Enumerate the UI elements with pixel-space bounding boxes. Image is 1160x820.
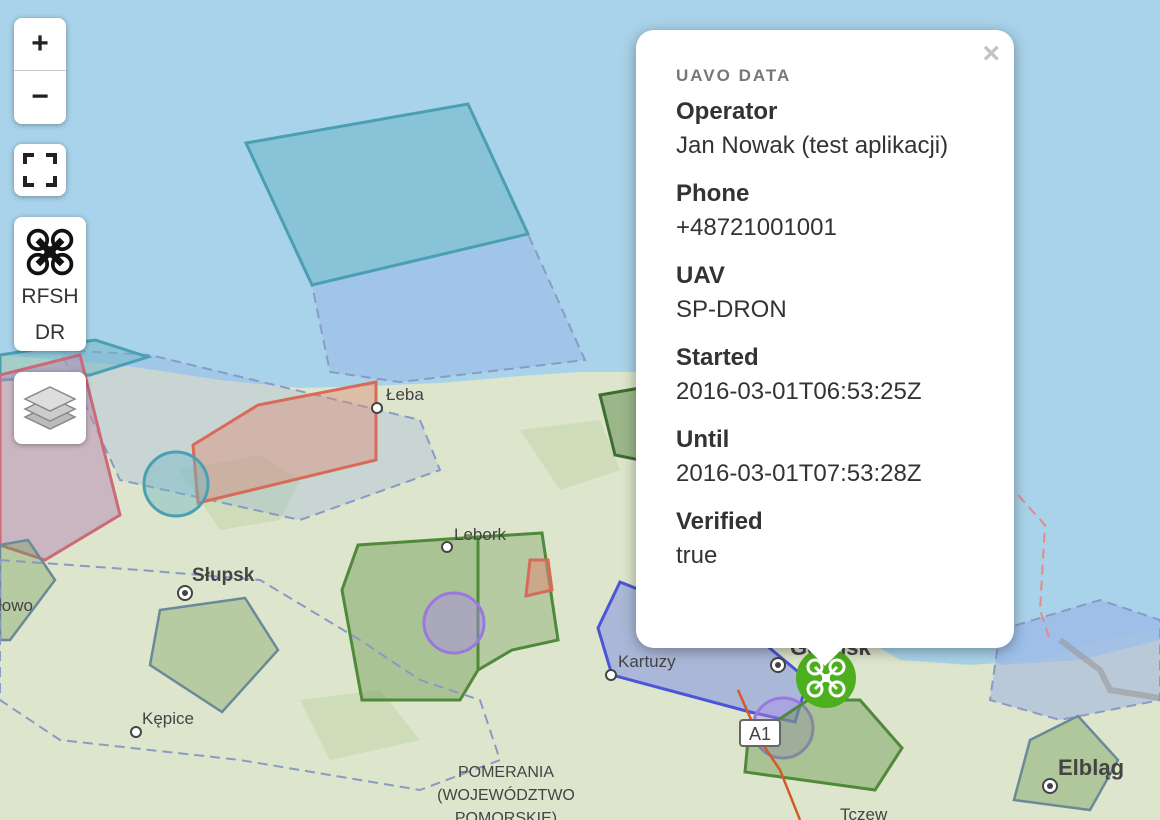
layers-button[interactable] bbox=[14, 372, 86, 444]
place-label-slupsk: Słupsk bbox=[192, 565, 255, 586]
city-dot-slupsk-center bbox=[182, 590, 188, 596]
field-verified: Verified true bbox=[676, 506, 974, 574]
drone-icon bbox=[26, 228, 74, 276]
zone-purple-circle bbox=[422, 591, 486, 655]
field-uav: UAV SP-DRON bbox=[676, 260, 974, 328]
uavo-data-popup: × UAVO DATA Operator Jan Nowak (test apl… bbox=[636, 30, 1014, 666]
city-dot-gdansk-center bbox=[775, 662, 781, 668]
refresh-label-line1: RFSH bbox=[21, 285, 79, 308]
field-value: 2016-03-01T07:53:28Z bbox=[676, 460, 922, 487]
close-icon[interactable]: × bbox=[982, 38, 1000, 70]
field-value: Jan Nowak (test aplikacji) bbox=[676, 132, 949, 159]
city-dot-kartuzy bbox=[605, 669, 617, 681]
zoom-out-button[interactable]: − bbox=[14, 70, 66, 123]
field-value: SP-DRON bbox=[676, 296, 787, 323]
svg-text:A1: A1 bbox=[749, 724, 771, 744]
refresh-label-line2: DR bbox=[34, 321, 66, 344]
field-label: Operator bbox=[676, 98, 778, 125]
city-dot-lebork bbox=[441, 541, 453, 553]
zone-teal-circle bbox=[142, 450, 210, 518]
place-label-lebork: Lebork bbox=[454, 525, 506, 544]
fullscreen-icon bbox=[23, 153, 57, 187]
place-label-kepice: Kępice bbox=[142, 709, 194, 728]
road-badge: A1 bbox=[739, 719, 781, 747]
fullscreen-button[interactable] bbox=[14, 144, 66, 196]
place-label-partial: łowo bbox=[0, 596, 33, 615]
field-operator: Operator Jan Nowak (test aplikacji) bbox=[676, 96, 974, 164]
city-dot-leba bbox=[371, 402, 383, 414]
field-label: Until bbox=[676, 426, 730, 453]
place-label-kartuzy: Kartuzy bbox=[618, 652, 676, 671]
field-value: true bbox=[676, 542, 718, 569]
popup-tip bbox=[807, 648, 843, 666]
city-dot-elblag-center bbox=[1047, 783, 1053, 789]
field-value: +48721001001 bbox=[676, 214, 837, 241]
layers-icon bbox=[23, 386, 77, 430]
refresh-drones-button[interactable]: RFSH DR bbox=[14, 217, 86, 351]
field-label: Phone bbox=[676, 180, 750, 207]
city-dot-kepice bbox=[130, 726, 142, 738]
field-phone: Phone +48721001001 bbox=[676, 178, 974, 246]
zoom-in-button[interactable]: + bbox=[14, 18, 66, 70]
field-until: Until 2016-03-01T07:53:28Z bbox=[676, 424, 974, 492]
field-value: 2016-03-01T06:53:25Z bbox=[676, 378, 922, 405]
region-label-line2: (WOJEWÓDZTWO bbox=[437, 785, 575, 804]
region-label-line3: POMORSKIE) bbox=[455, 810, 557, 820]
field-label: Verified bbox=[676, 508, 763, 535]
field-label: Started bbox=[676, 344, 759, 371]
field-started: Started 2016-03-01T06:53:25Z bbox=[676, 342, 974, 410]
region-label-line1: POMERANIA bbox=[458, 764, 554, 781]
place-label-elblag: Elbląg bbox=[1058, 755, 1124, 780]
field-label: UAV bbox=[676, 262, 725, 289]
zoom-control: + − bbox=[14, 18, 66, 124]
zone-red-small bbox=[524, 558, 554, 598]
place-label-leba: Łeba bbox=[386, 385, 424, 404]
place-label-tczew: Tczew bbox=[840, 805, 888, 820]
popup-title: UAVO DATA bbox=[676, 66, 792, 85]
